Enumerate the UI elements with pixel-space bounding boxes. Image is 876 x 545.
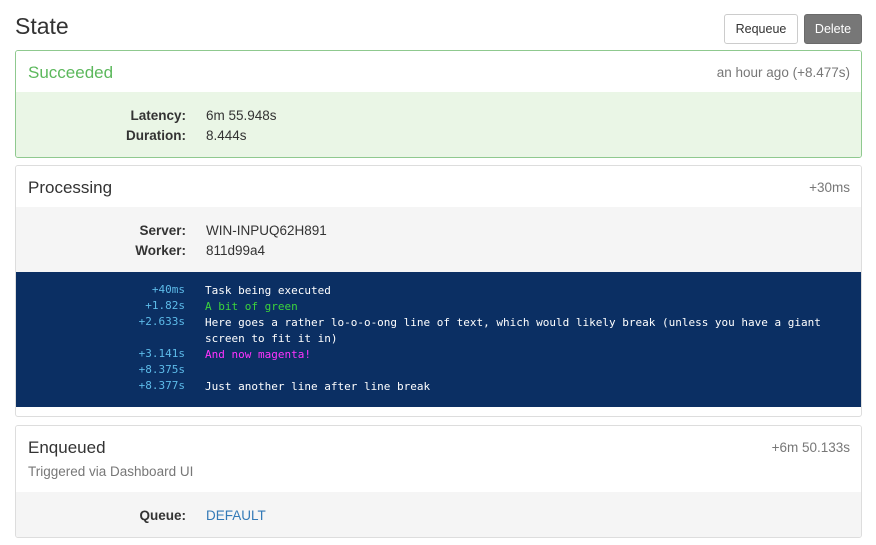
property-key: Worker: [135,243,186,258]
enqueued-state-panel: Enqueued Triggered via Dashboard UI +6m … [15,425,862,538]
state-name: Succeeded [28,63,114,82]
console-message: And now magenta! [205,348,311,361]
state-header: State Requeue Delete [15,0,862,50]
console-message: Just another line after line break [205,380,431,393]
property-value: WIN-INPUQ62H891 [206,223,327,238]
property-row-queue: Queue: DEFAULT [16,508,861,528]
delete-button[interactable]: Delete [804,14,862,44]
property-key: Latency: [130,108,186,123]
processing-state-panel: Processing +30ms Server: WIN-INPUQ62H891… [15,165,862,417]
console-line: +8.377s Just another line after line bre… [16,379,861,395]
panel-heading: Processing +30ms [16,166,861,207]
property-row-latency: Latency: 6m 55.948s [16,108,861,128]
state-time: an hour ago (+8.477s) [716,65,850,80]
state-properties: Latency: 6m 55.948s Duration: 8.444s [16,92,861,157]
state-reason: Triggered via Dashboard UI [28,464,194,479]
console-output[interactable]: +40ms Task being executed +1.82s A bit o… [16,272,861,407]
property-key: Queue: [139,508,186,523]
property-row-worker: Worker: 811d99a4 [16,243,861,263]
console-line: +40ms Task being executed [16,283,861,299]
state-name: Enqueued [28,438,106,457]
console-line: +3.141s And now magenta! [16,347,861,363]
state-properties: Queue: DEFAULT [16,492,861,537]
panel-heading: Succeeded an hour ago (+8.477s) [16,51,861,92]
console-line: +8.375s [16,363,861,379]
queue-link[interactable]: DEFAULT [206,508,266,523]
console-timestamp: +8.377s [138,379,185,392]
console-timestamp: +40ms [151,283,185,296]
succeeded-state-panel: Succeeded an hour ago (+8.477s) Latency:… [15,50,862,158]
state-time: +30ms [809,180,850,195]
console-line: +1.82s A bit of green [16,299,861,315]
state-name: Processing [28,178,113,197]
console-timestamp: +2.633s [138,315,185,328]
property-value: 811d99a4 [206,243,266,258]
property-row-duration: Duration: 8.444s [16,128,861,148]
state-time: +6m 50.133s [771,440,850,455]
property-row-server: Server: WIN-INPUQ62H891 [16,223,861,243]
console-message: Here goes a rather lo-o-o-ong line of te… [205,316,821,345]
console-timestamp: +1.82s [145,299,185,312]
property-value: 6m 55.948s [206,108,277,123]
property-key: Server: [139,223,186,238]
console-line: +2.633s Here goes a rather lo-o-o-ong li… [16,315,861,345]
property-key: Duration: [126,128,186,143]
page-title: State [15,13,69,39]
console-message: A bit of green [205,300,298,313]
property-value: 8.444s [206,128,247,143]
console-message: Task being executed [205,284,331,297]
requeue-button[interactable]: Requeue [724,14,798,44]
console-timestamp: +3.141s [138,347,185,360]
panel-heading: Enqueued Triggered via Dashboard UI +6m … [16,426,861,492]
console-timestamp: +8.375s [138,363,185,376]
state-properties: Server: WIN-INPUQ62H891 Worker: 811d99a4 [16,207,861,272]
